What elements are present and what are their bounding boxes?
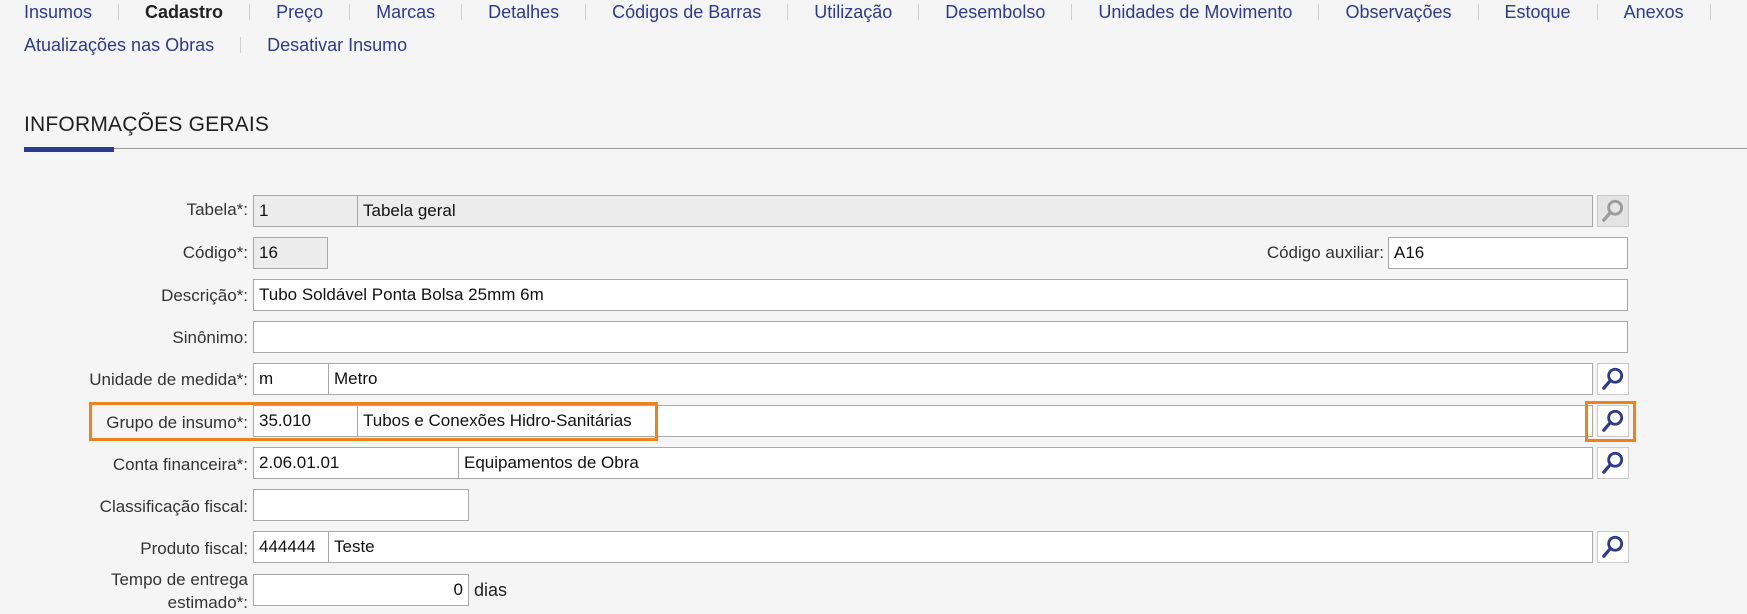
conta-name-field[interactable]: Equipamentos de Obra [458, 447, 1593, 479]
nav-separator [461, 4, 463, 20]
tempo-unit: dias [474, 580, 508, 600]
tab-desativar-insumo[interactable]: Desativar Insumo [267, 35, 407, 56]
classificacao-field[interactable] [253, 489, 469, 521]
codigo-auxiliar-label: Código auxiliar: [1266, 243, 1384, 262]
section-title: INFORMAÇÕES GERAIS [24, 113, 270, 136]
conta-code-field[interactable]: 2.06.01.01 [253, 447, 459, 479]
nav-separator [249, 4, 251, 20]
codigo-auxiliar-field[interactable]: A16 [1388, 237, 1628, 269]
tab-anexos[interactable]: Anexos [1624, 2, 1684, 23]
tempo-label: Tempo de entrega estimado*: [60, 568, 248, 614]
search-icon [1602, 535, 1624, 558]
tab-utilizacao[interactable]: Utilização [814, 2, 892, 23]
nav-separator [240, 37, 242, 53]
unidade-name-field[interactable]: Metro [328, 363, 1593, 395]
sinonimo-label: Sinônimo: [172, 328, 248, 347]
codigo-field[interactable]: 16 [253, 237, 328, 269]
produto-name-field[interactable]: Teste [328, 531, 1593, 563]
nav-separator [787, 4, 789, 20]
tempo-label-line2: estimado*: [167, 593, 248, 612]
section-accent-bar [24, 147, 114, 152]
search-icon [1602, 199, 1624, 222]
nav-separator [1709, 4, 1711, 20]
nav-separator [118, 4, 120, 20]
nav-row-1: Insumos Cadastro Preço Marcas Detalhes C… [24, 0, 1737, 24]
codigo-label: Código*: [182, 243, 248, 262]
tab-detalhes[interactable]: Detalhes [488, 2, 559, 23]
tab-preco[interactable]: Preço [276, 2, 323, 23]
classificacao-label: Classificação fiscal: [99, 497, 248, 516]
nav-separator [1071, 4, 1073, 20]
tab-codigos-de-barras[interactable]: Códigos de Barras [612, 2, 761, 23]
tab-insumos[interactable]: Insumos [24, 2, 92, 23]
tab-desembolso[interactable]: Desembolso [945, 2, 1045, 23]
tabela-name-field[interactable]: Tabela geral [357, 195, 1593, 227]
tempo-field[interactable]: 0 [253, 574, 469, 606]
nav-row-2: Atualizações nas Obras Desativar Insumo [24, 33, 407, 57]
search-icon [1602, 367, 1624, 390]
conta-label: Conta financeira*: [112, 455, 248, 474]
sinonimo-field[interactable] [253, 321, 1628, 353]
nav-separator [918, 4, 920, 20]
nav-separator [1596, 4, 1598, 20]
tab-observacoes[interactable]: Observações [1345, 2, 1451, 23]
tempo-label-line1: Tempo de entrega [110, 570, 248, 589]
grupo-search-highlight-box [1585, 401, 1636, 442]
tab-marcas[interactable]: Marcas [376, 2, 435, 23]
section-divider [24, 148, 1747, 149]
nav-separator [585, 4, 587, 20]
conta-search-button[interactable] [1597, 447, 1629, 479]
produto-label: Produto fiscal: [140, 539, 248, 558]
tabela-search-button[interactable] [1597, 195, 1629, 227]
unidade-search-button[interactable] [1597, 363, 1629, 395]
search-icon [1602, 451, 1624, 474]
tabela-label: Tabela*: [186, 200, 248, 219]
nav-separator [1477, 4, 1479, 20]
descricao-field[interactable]: Tubo Soldável Ponta Bolsa 25mm 6m [253, 279, 1628, 311]
produto-code-field[interactable]: 444444 [253, 531, 329, 563]
tabela-code-field[interactable]: 1 [253, 195, 358, 227]
unidade-label: Unidade de medida*: [89, 370, 248, 389]
tab-cadastro[interactable]: Cadastro [145, 2, 223, 23]
tab-estoque[interactable]: Estoque [1505, 2, 1571, 23]
tab-atualizacoes-nas-obras[interactable]: Atualizações nas Obras [24, 35, 214, 56]
descricao-label: Descrição*: [161, 286, 248, 305]
produto-search-button[interactable] [1597, 531, 1629, 563]
unidade-code-field[interactable]: m [253, 363, 329, 395]
nav-separator [349, 4, 351, 20]
tab-unidades-de-movimento[interactable]: Unidades de Movimento [1098, 2, 1292, 23]
nav-separator [1318, 4, 1320, 20]
grupo-highlight-box [89, 402, 658, 441]
